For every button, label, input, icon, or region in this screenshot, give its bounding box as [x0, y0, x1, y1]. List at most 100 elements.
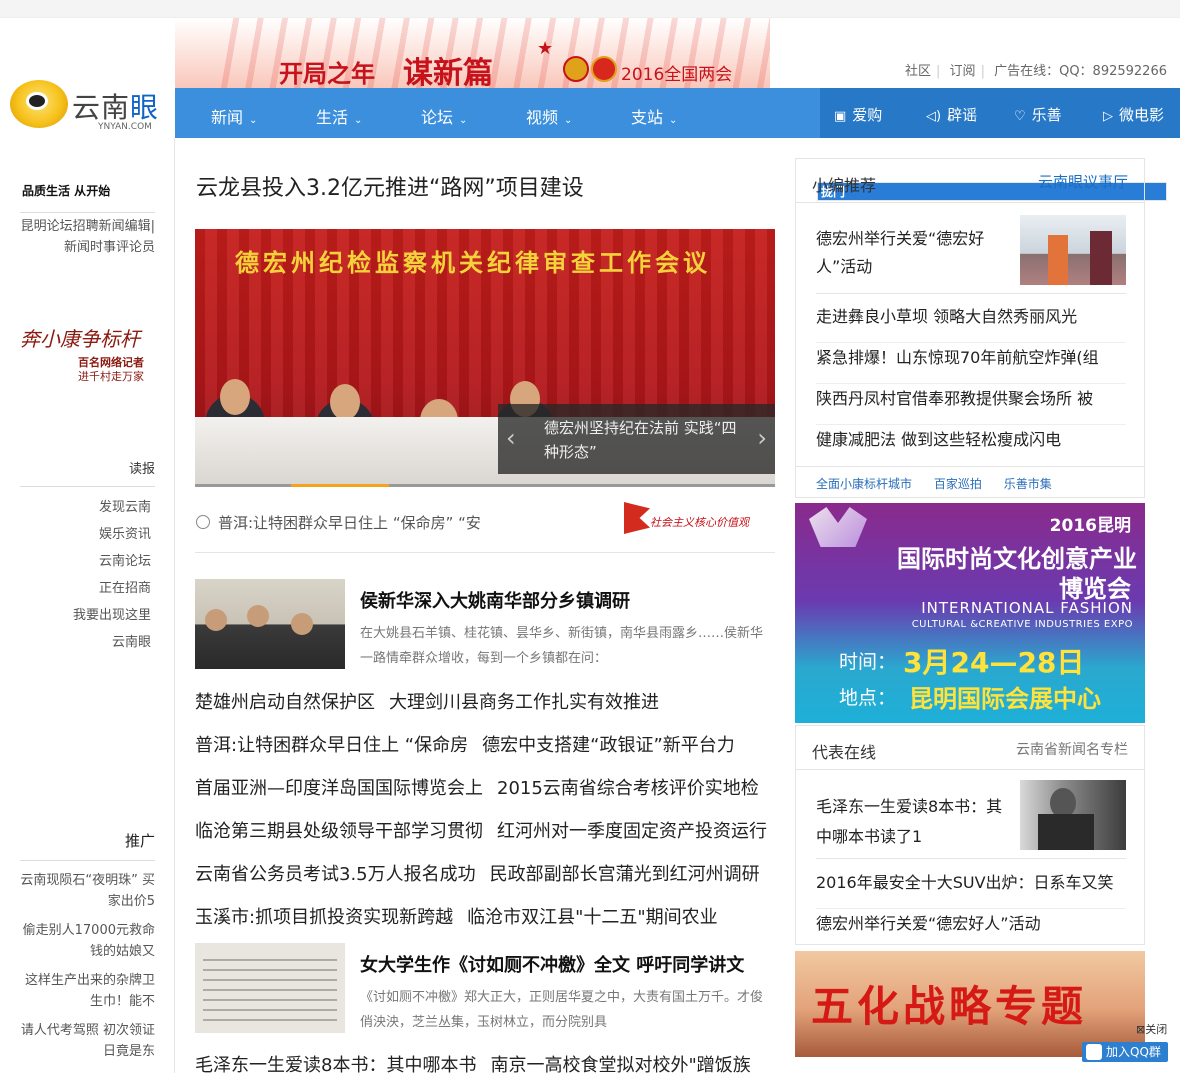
news-link[interactable]: 普洱:让特困群众早日住上 “保命房	[195, 735, 468, 756]
read-section-title: 读报	[128, 462, 155, 477]
play-icon: ▷	[1103, 109, 1113, 124]
news-link[interactable]: 临沧第三期县处级领导干部学习贯彻	[195, 821, 483, 842]
promo-link[interactable]: 请人代考驾照 初次领证日竟是东	[20, 1020, 155, 1062]
header-banner[interactable]: 开局之年 谋新篇 ★ 2016全国两会	[175, 18, 770, 88]
nav-item-forum[interactable]: 论坛 ⌄	[421, 104, 467, 128]
toplink-ad-qq[interactable]: 广告在线：QQ：892592266	[994, 64, 1167, 79]
nav-item-life[interactable]: 生活 ⌄	[316, 104, 362, 128]
logo-subtext: YNYAN.COM	[98, 122, 152, 132]
nav-item-microfilm[interactable]: ▷ 微电影	[1103, 104, 1164, 125]
news-link[interactable]: 大理剑川县商务工作扎实有效推进	[389, 692, 659, 713]
news-link[interactable]: 玉溪市:抓项目抓投资实现新跨越	[195, 907, 453, 928]
story-card[interactable]: 侯新华深入大姚南华部分乡镇调研 在大姚县石羊镇、桂花镇、昙华乡、新街镇，南华县雨…	[195, 579, 775, 669]
core-values-logo[interactable]: 社会主义核心价值观	[620, 500, 775, 536]
slogan-ad[interactable]: 品质生活 从拢门 开始	[22, 182, 1167, 201]
story-title[interactable]: 女大学生作《讨如厕不冲檄》全文 呼吁同学讲文	[360, 951, 744, 977]
pick-tags: 全面小康标杆城市 百家巡拍 乐善市集	[816, 475, 1070, 492]
read-link[interactable]: 云南论坛	[20, 550, 151, 569]
photo-slider[interactable]: 德宏州纪检监察机关纪律审查工作会议 ‹ 德宏州坚持纪在法前 实践“四种形态” ›	[195, 229, 775, 487]
box-title: 代表在线	[812, 743, 877, 762]
promo-link[interactable]: 云南现陨石“夜明珠” 买家出价5	[20, 870, 155, 912]
tag-link[interactable]: 百家巡拍	[934, 477, 982, 491]
calligraphy-banner[interactable]: 奔小康争标杆	[20, 323, 140, 352]
chevron-right-icon[interactable]: ›	[757, 424, 767, 452]
nav-item-video[interactable]: 视频 ⌄	[526, 104, 572, 128]
box-header: 小编推荐 云南眼议事厅	[796, 159, 1144, 203]
pick-link[interactable]: 紧急排爆！山东惊现70年前航空炸弹(组	[816, 344, 1126, 384]
top-strip	[0, 0, 1180, 18]
chevron-down-icon: ⌄	[669, 115, 678, 126]
speaker-icon: ◁)	[926, 109, 942, 124]
box-title: 小编推荐	[812, 176, 877, 195]
chevron-down-icon: ⌄	[354, 115, 363, 126]
heart-icon: ♡	[1014, 109, 1026, 124]
close-icon: ⊠	[1136, 1023, 1146, 1036]
close-ad-button[interactable]: ⊠关闭	[1136, 1021, 1167, 1037]
nav-item-charity[interactable]: ♡ 乐善	[1014, 104, 1062, 125]
news-row: 毛泽东一生爱读8本书：其中哪本书 南京一高校食堂拟对校外"蹭饭族	[195, 1051, 751, 1077]
recruit-link[interactable]: 昆明论坛招聘新闻编辑|新闻时事评论员	[20, 216, 155, 258]
divider	[20, 486, 155, 487]
nav-item-substation[interactable]: 支站 ⌄	[631, 104, 677, 128]
news-row: 首届亚洲—印度洋岛国国际博览会上 2015云南省综合考核评价实地检	[195, 774, 759, 800]
banner-text-1: 开局之年	[279, 59, 375, 88]
read-link[interactable]: 云南眼	[20, 631, 151, 650]
story-desc: 在大姚县石羊镇、桂花镇、昙华乡、新街镇，南华县雨露乡……侯新华一路情牵群众增收，…	[360, 626, 764, 666]
top-links: 社区 | 订阅 | 广告在线：QQ：892592266	[905, 64, 1167, 79]
box-extra-link[interactable]: 云南省新闻名专栏	[1016, 739, 1128, 759]
news-link[interactable]: 楚雄州启动自然保护区	[195, 692, 375, 713]
editor-picks-box: 小编推荐 云南眼议事厅 德宏州举行关爱“德宏好人”活动 走进彝良小草坝 领略大自…	[795, 158, 1145, 498]
pick-thumbnail[interactable]	[1020, 215, 1126, 285]
story-desc: 《讨如厕不冲檄》郑大正大，正则居华夏之中，大责有国土万千。才俊俏泱泱，芝兰丛集，…	[360, 990, 764, 1030]
promo-link[interactable]: 偷走别人17000元救命钱的姑娘又	[20, 920, 155, 962]
banner-text-3: 2016全国两会	[621, 65, 733, 85]
chevron-left-icon[interactable]: ‹	[506, 424, 516, 452]
promo-link[interactable]: 这样生产出来的杂牌卫生巾！能不	[20, 970, 155, 1012]
story-title[interactable]: 侯新华深入大姚南华部分乡镇调研	[360, 587, 630, 613]
photo-banner-text: 德宏州纪检监察机关纪律审查工作会议	[235, 248, 711, 277]
news-link[interactable]: 临沧市双江县"十二五"期间农业	[467, 907, 718, 928]
toplink-community[interactable]: 社区	[905, 64, 931, 79]
deputy-link[interactable]: 德宏州举行关爱“德宏好人”活动	[816, 910, 1126, 944]
news-link[interactable]: 云南省公务员考试3.5万人报名成功	[195, 864, 476, 885]
news-row: 楚雄州启动自然保护区 大理剑川县商务工作扎实有效推进	[195, 688, 659, 714]
pick-link[interactable]: 陕西丹凤村官借奉邪教提供聚会场所 被	[816, 385, 1126, 425]
slider-progress	[195, 484, 775, 487]
toplink-subscribe[interactable]: 订阅	[950, 64, 976, 79]
pick-top-link[interactable]: 德宏州举行关爱“德宏好人”活动	[816, 225, 1006, 281]
pick-link[interactable]: 健康减肥法 做到这些轻松瘦成闪电	[816, 426, 1126, 466]
flag-icon	[624, 502, 650, 534]
news-link[interactable]: 红河州对一季度固定资产投资运行	[497, 821, 767, 842]
news-link[interactable]: 2015云南省综合考核评价实地检	[497, 778, 759, 799]
story-thumbnail[interactable]	[195, 943, 345, 1033]
box-header: 代表在线 云南省新闻名专栏	[796, 726, 1144, 770]
deputy-thumbnail[interactable]	[1020, 780, 1126, 850]
news-link[interactable]: 民政部副部长宫蒲光到红河州调研	[490, 864, 760, 885]
expo-ad-banner[interactable]: 2016昆明 国际时尚文化创意产业 博览会 INTERNATIONAL FASH…	[795, 503, 1145, 723]
read-link[interactable]: 我要出现这里	[20, 604, 151, 623]
page-headline[interactable]: 云龙县投入3.2亿元推进“路网”项目建设	[196, 170, 584, 202]
logo-eye-icon	[26, 92, 48, 110]
story-thumbnail[interactable]	[195, 579, 345, 669]
tag-link[interactable]: 乐善市集	[1004, 477, 1052, 491]
deputy-top-link[interactable]: 毛泽东一生爱读8本书：其中哪本书读了1	[816, 792, 1006, 852]
nav-item-news[interactable]: 新闻 ⌄	[211, 104, 257, 128]
news-ticker[interactable]: 普洱:让特困群众早日住上 “保命房” “安	[196, 512, 481, 533]
story-card[interactable]: 女大学生作《讨如厕不冲檄》全文 呼吁同学讲文 《讨如厕不冲檄》郑大正大，正则居华…	[195, 943, 775, 1033]
news-row: 玉溪市:抓项目抓投资实现新跨越 临沧市双江县"十二五"期间农业	[195, 903, 718, 929]
read-link[interactable]: 娱乐资讯	[20, 523, 151, 542]
promo-section-title: 推广	[124, 832, 155, 850]
read-link[interactable]: 正在招商	[20, 577, 151, 596]
news-link[interactable]: 德宏中支搭建“政银证”新平台力	[482, 735, 735, 756]
tag-link[interactable]: 全面小康标杆城市	[816, 477, 912, 491]
news-link[interactable]: 首届亚洲—印度洋岛国国际博览会上	[195, 778, 483, 799]
nav-item-rumor[interactable]: ◁) 辟谣	[926, 104, 977, 125]
council-logo[interactable]: 云南眼议事厅	[1038, 171, 1128, 192]
pick-link[interactable]: 走进彝良小草坝 领略大自然秀丽风光	[816, 303, 1126, 343]
deputy-link[interactable]: 2016年最安全十大SUV出炉：日系车又笑	[816, 869, 1126, 909]
join-qq-group-button[interactable]: 加入QQ群	[1082, 1042, 1168, 1062]
divider	[20, 860, 155, 861]
site-logo[interactable]: 云南眼 YNYAN.COM	[8, 78, 173, 134]
read-link[interactable]: 发现云南	[20, 496, 151, 515]
nav-item-shop[interactable]: ▣ 爱购	[834, 104, 882, 125]
